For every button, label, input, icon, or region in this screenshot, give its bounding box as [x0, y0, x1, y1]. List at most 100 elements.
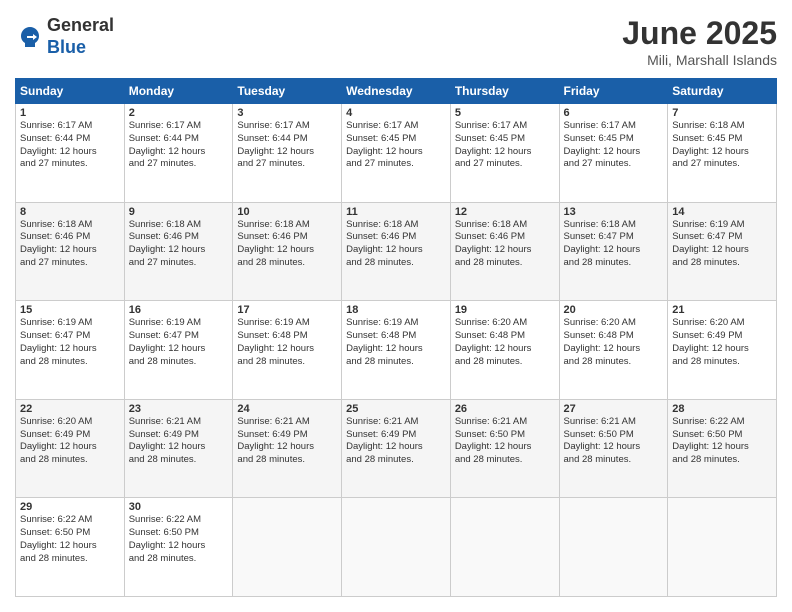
- day-number: 28: [672, 403, 772, 415]
- cell-content: Sunrise: 6:17 AM Sunset: 6:45 PM Dayligh…: [564, 120, 664, 171]
- table-cell: [233, 498, 342, 597]
- day-number: 12: [455, 206, 555, 218]
- day-number: 11: [346, 206, 446, 218]
- day-number: 19: [455, 304, 555, 316]
- cell-content: Sunrise: 6:20 AM Sunset: 6:48 PM Dayligh…: [564, 317, 664, 368]
- cell-content: Sunrise: 6:21 AM Sunset: 6:49 PM Dayligh…: [129, 416, 229, 467]
- table-cell: 6 Sunrise: 6:17 AM Sunset: 6:45 PM Dayli…: [559, 104, 668, 203]
- col-thursday: Thursday: [450, 79, 559, 104]
- day-number: 4: [346, 107, 446, 119]
- cell-content: Sunrise: 6:21 AM Sunset: 6:49 PM Dayligh…: [237, 416, 337, 467]
- table-cell: 7 Sunrise: 6:18 AM Sunset: 6:45 PM Dayli…: [668, 104, 777, 203]
- day-number: 17: [237, 304, 337, 316]
- table-cell: 15 Sunrise: 6:19 AM Sunset: 6:47 PM Dayl…: [16, 301, 125, 400]
- day-number: 21: [672, 304, 772, 316]
- cell-content: Sunrise: 6:20 AM Sunset: 6:48 PM Dayligh…: [455, 317, 555, 368]
- table-cell: [450, 498, 559, 597]
- header-row: Sunday Monday Tuesday Wednesday Thursday…: [16, 79, 777, 104]
- table-cell: 16 Sunrise: 6:19 AM Sunset: 6:47 PM Dayl…: [124, 301, 233, 400]
- day-number: 6: [564, 107, 664, 119]
- table-cell: 14 Sunrise: 6:19 AM Sunset: 6:47 PM Dayl…: [668, 202, 777, 301]
- table-cell: 22 Sunrise: 6:20 AM Sunset: 6:49 PM Dayl…: [16, 399, 125, 498]
- table-cell: 21 Sunrise: 6:20 AM Sunset: 6:49 PM Dayl…: [668, 301, 777, 400]
- table-cell: 13 Sunrise: 6:18 AM Sunset: 6:47 PM Dayl…: [559, 202, 668, 301]
- table-row: 1 Sunrise: 6:17 AM Sunset: 6:44 PM Dayli…: [16, 104, 777, 203]
- table-cell: 30 Sunrise: 6:22 AM Sunset: 6:50 PM Dayl…: [124, 498, 233, 597]
- cell-content: Sunrise: 6:18 AM Sunset: 6:46 PM Dayligh…: [129, 219, 229, 270]
- title-area: June 2025 Mili, Marshall Islands: [622, 15, 777, 68]
- col-saturday: Saturday: [668, 79, 777, 104]
- cell-content: Sunrise: 6:22 AM Sunset: 6:50 PM Dayligh…: [20, 514, 120, 565]
- logo-blue: Blue: [47, 37, 114, 59]
- table-cell: 18 Sunrise: 6:19 AM Sunset: 6:48 PM Dayl…: [342, 301, 451, 400]
- day-number: 24: [237, 403, 337, 415]
- table-cell: 24 Sunrise: 6:21 AM Sunset: 6:49 PM Dayl…: [233, 399, 342, 498]
- table-cell: 5 Sunrise: 6:17 AM Sunset: 6:45 PM Dayli…: [450, 104, 559, 203]
- cell-content: Sunrise: 6:19 AM Sunset: 6:47 PM Dayligh…: [20, 317, 120, 368]
- logo-text: General Blue: [47, 15, 114, 58]
- cell-content: Sunrise: 6:22 AM Sunset: 6:50 PM Dayligh…: [129, 514, 229, 565]
- table-cell: 9 Sunrise: 6:18 AM Sunset: 6:46 PM Dayli…: [124, 202, 233, 301]
- cell-content: Sunrise: 6:19 AM Sunset: 6:47 PM Dayligh…: [672, 219, 772, 270]
- table-cell: 1 Sunrise: 6:17 AM Sunset: 6:44 PM Dayli…: [16, 104, 125, 203]
- table-cell: [668, 498, 777, 597]
- cell-content: Sunrise: 6:18 AM Sunset: 6:47 PM Dayligh…: [564, 219, 664, 270]
- day-number: 3: [237, 107, 337, 119]
- table-cell: 11 Sunrise: 6:18 AM Sunset: 6:46 PM Dayl…: [342, 202, 451, 301]
- col-sunday: Sunday: [16, 79, 125, 104]
- cell-content: Sunrise: 6:17 AM Sunset: 6:44 PM Dayligh…: [129, 120, 229, 171]
- day-number: 20: [564, 304, 664, 316]
- cell-content: Sunrise: 6:20 AM Sunset: 6:49 PM Dayligh…: [20, 416, 120, 467]
- day-number: 18: [346, 304, 446, 316]
- table-cell: 17 Sunrise: 6:19 AM Sunset: 6:48 PM Dayl…: [233, 301, 342, 400]
- location: Mili, Marshall Islands: [622, 52, 777, 68]
- table-cell: 19 Sunrise: 6:20 AM Sunset: 6:48 PM Dayl…: [450, 301, 559, 400]
- logo-icon: [15, 22, 45, 52]
- table-cell: [342, 498, 451, 597]
- cell-content: Sunrise: 6:18 AM Sunset: 6:46 PM Dayligh…: [20, 219, 120, 270]
- cell-content: Sunrise: 6:17 AM Sunset: 6:45 PM Dayligh…: [455, 120, 555, 171]
- day-number: 25: [346, 403, 446, 415]
- day-number: 29: [20, 501, 120, 513]
- table-row: 22 Sunrise: 6:20 AM Sunset: 6:49 PM Dayl…: [16, 399, 777, 498]
- table-cell: 28 Sunrise: 6:22 AM Sunset: 6:50 PM Dayl…: [668, 399, 777, 498]
- cell-content: Sunrise: 6:18 AM Sunset: 6:46 PM Dayligh…: [346, 219, 446, 270]
- cell-content: Sunrise: 6:21 AM Sunset: 6:50 PM Dayligh…: [564, 416, 664, 467]
- day-number: 14: [672, 206, 772, 218]
- day-number: 7: [672, 107, 772, 119]
- cell-content: Sunrise: 6:19 AM Sunset: 6:47 PM Dayligh…: [129, 317, 229, 368]
- page: General Blue June 2025 Mili, Marshall Is…: [0, 0, 792, 612]
- table-cell: 29 Sunrise: 6:22 AM Sunset: 6:50 PM Dayl…: [16, 498, 125, 597]
- table-row: 8 Sunrise: 6:18 AM Sunset: 6:46 PM Dayli…: [16, 202, 777, 301]
- table-row: 15 Sunrise: 6:19 AM Sunset: 6:47 PM Dayl…: [16, 301, 777, 400]
- day-number: 27: [564, 403, 664, 415]
- cell-content: Sunrise: 6:18 AM Sunset: 6:46 PM Dayligh…: [237, 219, 337, 270]
- table-cell: 10 Sunrise: 6:18 AM Sunset: 6:46 PM Dayl…: [233, 202, 342, 301]
- col-tuesday: Tuesday: [233, 79, 342, 104]
- day-number: 15: [20, 304, 120, 316]
- logo-general: General: [47, 15, 114, 37]
- day-number: 9: [129, 206, 229, 218]
- day-number: 16: [129, 304, 229, 316]
- table-cell: [559, 498, 668, 597]
- day-number: 23: [129, 403, 229, 415]
- cell-content: Sunrise: 6:18 AM Sunset: 6:45 PM Dayligh…: [672, 120, 772, 171]
- day-number: 1: [20, 107, 120, 119]
- cell-content: Sunrise: 6:21 AM Sunset: 6:49 PM Dayligh…: [346, 416, 446, 467]
- logo: General Blue: [15, 15, 114, 58]
- table-cell: 4 Sunrise: 6:17 AM Sunset: 6:45 PM Dayli…: [342, 104, 451, 203]
- cell-content: Sunrise: 6:17 AM Sunset: 6:44 PM Dayligh…: [20, 120, 120, 171]
- table-cell: 26 Sunrise: 6:21 AM Sunset: 6:50 PM Dayl…: [450, 399, 559, 498]
- table-cell: 23 Sunrise: 6:21 AM Sunset: 6:49 PM Dayl…: [124, 399, 233, 498]
- calendar-table: Sunday Monday Tuesday Wednesday Thursday…: [15, 78, 777, 597]
- month-title: June 2025: [622, 15, 777, 52]
- col-friday: Friday: [559, 79, 668, 104]
- day-number: 8: [20, 206, 120, 218]
- table-cell: 2 Sunrise: 6:17 AM Sunset: 6:44 PM Dayli…: [124, 104, 233, 203]
- day-number: 10: [237, 206, 337, 218]
- day-number: 26: [455, 403, 555, 415]
- day-number: 22: [20, 403, 120, 415]
- table-cell: 3 Sunrise: 6:17 AM Sunset: 6:44 PM Dayli…: [233, 104, 342, 203]
- day-number: 5: [455, 107, 555, 119]
- day-number: 30: [129, 501, 229, 513]
